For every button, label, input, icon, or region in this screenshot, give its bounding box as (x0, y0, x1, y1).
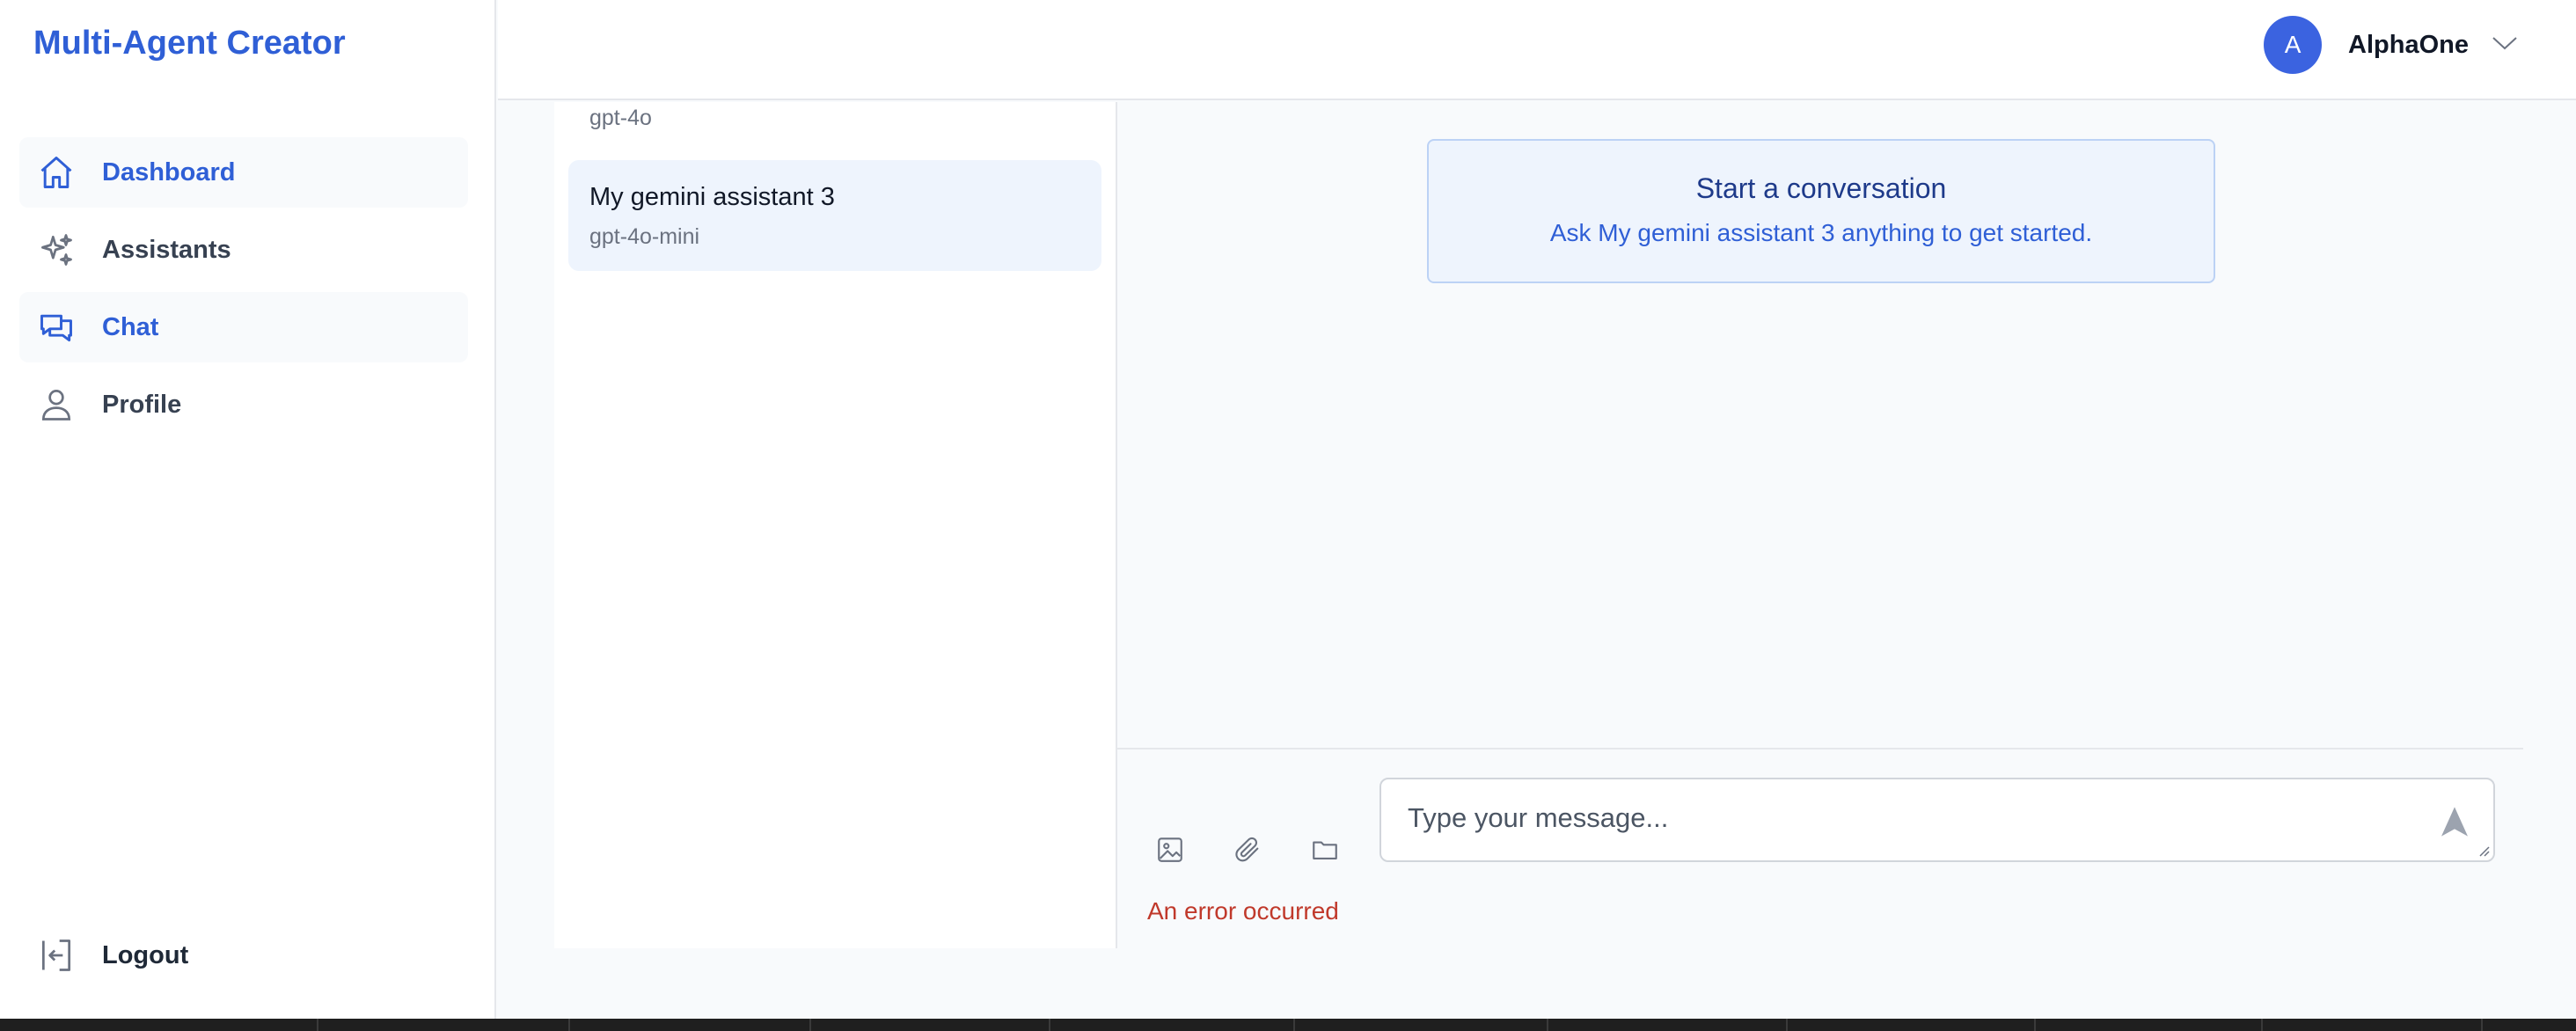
sparkles-icon (35, 229, 77, 271)
send-icon[interactable] (2437, 804, 2472, 839)
welcome-heading: Start a conversation (1695, 172, 1947, 204)
taskbar-divider (568, 1019, 570, 1031)
app-title[interactable]: Multi-Agent Creator (33, 25, 346, 62)
taskbar-divider (2034, 1019, 2036, 1031)
taskbar-divider (2261, 1019, 2263, 1031)
sidebar-item-profile[interactable]: Profile (19, 369, 468, 440)
logout-icon (35, 934, 77, 976)
sidebar-nav: Dashboard Assistants Chat Profile (19, 137, 468, 447)
sidebar-item-label: Chat (102, 312, 159, 341)
user-icon (35, 384, 77, 426)
assistant-model: gpt-4o-mini (589, 224, 700, 249)
chat-panel: Start a conversation Ask My gemini assis… (1116, 102, 2523, 948)
chevron-down-icon[interactable] (2492, 35, 2518, 55)
error-message: An error occurred (1147, 897, 1339, 925)
message-input[interactable] (1408, 802, 2375, 841)
folder-icon[interactable] (1299, 823, 1351, 876)
user-menu[interactable]: A AlphaOne (2264, 16, 2518, 74)
welcome-card: Start a conversation Ask My gemini assis… (1427, 139, 2215, 283)
paperclip-icon[interactable] (1221, 823, 1274, 876)
sidebar-item-label: Dashboard (102, 157, 236, 186)
chat-bubbles-icon (35, 306, 77, 348)
logout-button[interactable]: Logout (19, 920, 468, 991)
taskbar (0, 1019, 2576, 1031)
home-icon (35, 151, 77, 194)
taskbar-divider (1293, 1019, 1295, 1031)
sidebar: Multi-Agent Creator Dashboard Assistants… (0, 0, 496, 1019)
logout-label: Logout (102, 940, 189, 969)
assistant-model: gpt-4o (589, 106, 652, 130)
sidebar-item-dashboard[interactable]: Dashboard (19, 137, 468, 208)
taskbar-divider (809, 1019, 811, 1031)
sidebar-item-chat[interactable]: Chat (19, 292, 468, 362)
assistant-list-item-selected[interactable]: My gemini assistant 3 gpt-4o-mini (568, 160, 1101, 271)
welcome-subtitle: Ask My gemini assistant 3 anything to ge… (1549, 219, 2093, 246)
message-composer: An error occurred (1117, 748, 2523, 948)
resize-handle[interactable] (2477, 845, 2490, 857)
top-bar: A AlphaOne (498, 0, 2576, 100)
sidebar-item-assistants[interactable]: Assistants (19, 215, 468, 285)
assistant-list: gpt-4o My gemini assistant 3 gpt-4o-mini (554, 102, 1116, 948)
taskbar-divider (2481, 1019, 2483, 1031)
sidebar-item-label: Assistants (102, 235, 231, 264)
assistant-name: My gemini assistant 3 (589, 183, 835, 211)
taskbar-divider (1547, 1019, 1548, 1031)
avatar[interactable]: A (2264, 16, 2323, 74)
taskbar-divider (1786, 1019, 1788, 1031)
message-input-box[interactable] (1379, 778, 2495, 862)
taskbar-divider (1049, 1019, 1050, 1031)
sidebar-item-label: Profile (102, 390, 182, 419)
image-icon[interactable] (1144, 823, 1197, 876)
taskbar-divider (317, 1019, 318, 1031)
user-name[interactable]: AlphaOne (2348, 31, 2469, 60)
